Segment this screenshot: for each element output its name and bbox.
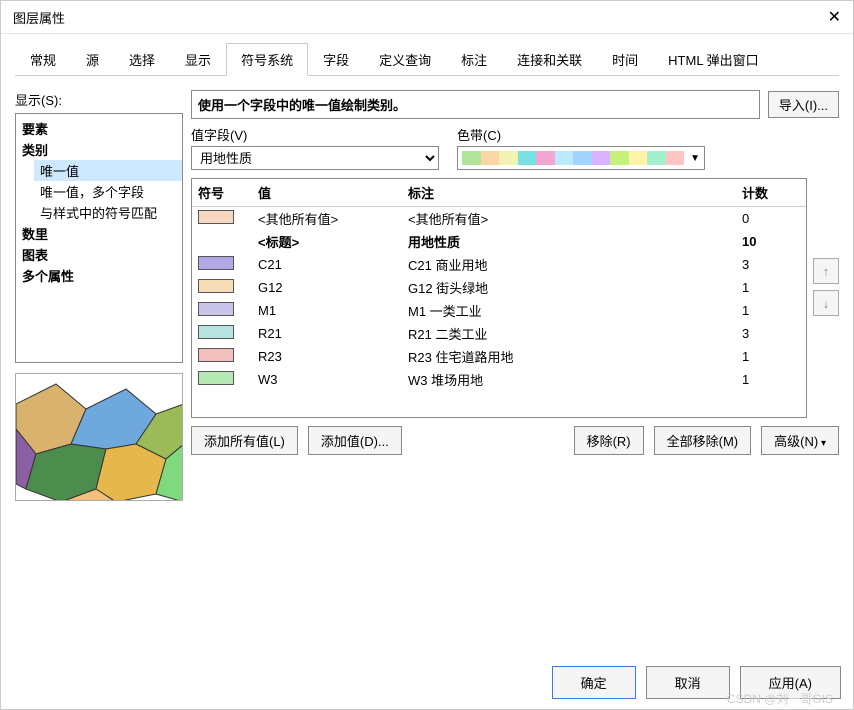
preview-svg xyxy=(16,374,183,501)
close-icon[interactable]: ✕ xyxy=(828,7,841,27)
symbol-swatch[interactable] xyxy=(198,210,234,224)
symbol-swatch[interactable] xyxy=(198,371,234,385)
tree-node-unique-multi[interactable]: 唯一值，多个字段 xyxy=(34,181,182,202)
tab-10[interactable]: HTML 弹出窗口 xyxy=(653,43,774,76)
table-row[interactable]: M1M1 一类工业1 xyxy=(192,299,806,322)
move-down-button[interactable]: ↓ xyxy=(813,290,839,316)
remove-all-button[interactable]: 全部移除(M) xyxy=(654,426,752,455)
content-area: 显示(S): 要素 类别 唯一值 唯一值，多个字段 与样式中的符号匹配 数里 图… xyxy=(1,76,853,515)
tab-6[interactable]: 定义查询 xyxy=(364,43,446,76)
col-value[interactable]: 值 xyxy=(252,179,402,207)
add-value-button[interactable]: 添加值(D)... xyxy=(308,426,402,455)
symbol-swatch[interactable] xyxy=(198,256,234,270)
tab-1[interactable]: 源 xyxy=(71,43,114,76)
tab-8[interactable]: 连接和关联 xyxy=(502,43,597,76)
show-tree[interactable]: 要素 类别 唯一值 唯一值，多个字段 与样式中的符号匹配 数里 图表 多个属性 xyxy=(15,113,183,363)
tree-node-match-style[interactable]: 与样式中的符号匹配 xyxy=(34,202,182,223)
tab-strip: 常规源选择显示符号系统字段定义查询标注连接和关联时间HTML 弹出窗口 xyxy=(15,42,839,76)
table-row[interactable]: G12G12 街头绿地1 xyxy=(192,276,806,299)
tree-node-multiattr[interactable]: 多个属性 xyxy=(16,265,182,286)
tree-node-charts[interactable]: 图表 xyxy=(16,244,182,265)
table-row[interactable]: W3W3 堆场用地1 xyxy=(192,368,806,391)
col-symbol[interactable]: 符号 xyxy=(192,179,252,207)
dialog-footer: 确定 取消 应用(A) xyxy=(552,666,841,699)
tab-4[interactable]: 符号系统 xyxy=(226,43,308,76)
values-grid[interactable]: 符号 值 标注 计数 <其他所有值><其他所有值>0<标题>用地性质10C21C… xyxy=(191,178,807,418)
ok-button[interactable]: 确定 xyxy=(552,666,636,699)
col-label[interactable]: 标注 xyxy=(402,179,736,207)
color-ramp-label: 色带(C) xyxy=(457,125,705,144)
col-count[interactable]: 计数 xyxy=(736,179,806,207)
table-row[interactable]: R23R23 住宅道路用地1 xyxy=(192,345,806,368)
symbol-swatch[interactable] xyxy=(198,279,234,293)
table-row[interactable]: <其他所有值><其他所有值>0 xyxy=(192,207,806,231)
move-up-button[interactable]: ↑ xyxy=(813,258,839,284)
symbol-swatch[interactable] xyxy=(198,325,234,339)
color-ramp-select[interactable]: ▼ xyxy=(457,146,705,170)
tab-2[interactable]: 选择 xyxy=(114,43,170,76)
tab-5[interactable]: 字段 xyxy=(308,43,364,76)
table-row[interactable]: <标题>用地性质10 xyxy=(192,230,806,253)
add-all-values-button[interactable]: 添加所有值(L) xyxy=(191,426,298,455)
advanced-button[interactable]: 高级(N) xyxy=(761,426,839,455)
tree-node-features[interactable]: 要素 xyxy=(16,118,182,139)
description-text: 使用一个字段中的唯一值绘制类别。 xyxy=(191,90,760,119)
window-title: 图层属性 xyxy=(13,8,65,27)
tree-node-categories[interactable]: 类别 xyxy=(16,139,182,160)
tab-9[interactable]: 时间 xyxy=(597,43,653,76)
tab-0[interactable]: 常规 xyxy=(15,43,71,76)
symbology-preview xyxy=(15,373,183,501)
tab-3[interactable]: 显示 xyxy=(170,43,226,76)
tab-7[interactable]: 标注 xyxy=(446,43,502,76)
table-row[interactable]: R21R21 二类工业3 xyxy=(192,322,806,345)
value-field-label: 值字段(V) xyxy=(191,125,439,144)
chevron-down-icon: ▼ xyxy=(690,153,700,164)
import-button[interactable]: 导入(I)... xyxy=(768,91,839,118)
right-column: 使用一个字段中的唯一值绘制类别。 导入(I)... 值字段(V) 用地性质 色带… xyxy=(191,90,839,501)
apply-button[interactable]: 应用(A) xyxy=(740,666,841,699)
table-row[interactable]: C21C21 商业用地3 xyxy=(192,253,806,276)
symbol-swatch[interactable] xyxy=(198,302,234,316)
tree-node-unique-values[interactable]: 唯一值 xyxy=(34,160,182,181)
remove-button[interactable]: 移除(R) xyxy=(574,426,644,455)
value-field-select[interactable]: 用地性质 xyxy=(191,146,439,170)
cancel-button[interactable]: 取消 xyxy=(646,666,730,699)
show-label: 显示(S): xyxy=(15,90,183,109)
title-bar: 图层属性 ✕ xyxy=(1,1,853,34)
tree-node-quantities[interactable]: 数里 xyxy=(16,223,182,244)
symbol-swatch[interactable] xyxy=(198,348,234,362)
left-column: 显示(S): 要素 类别 唯一值 唯一值，多个字段 与样式中的符号匹配 数里 图… xyxy=(15,90,183,501)
